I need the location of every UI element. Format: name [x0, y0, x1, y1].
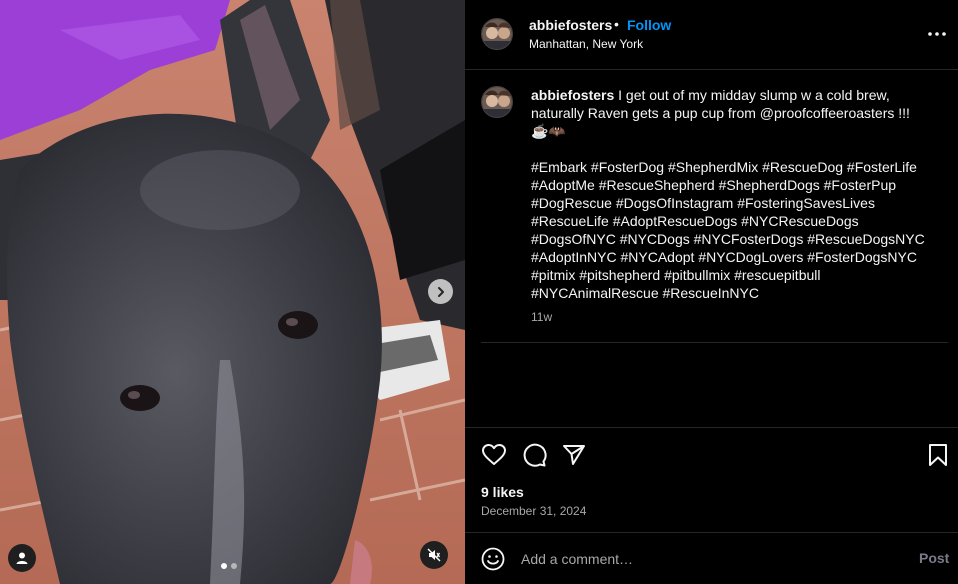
like-button[interactable]: [481, 442, 507, 468]
caption-body: I get out of my midday slump w a cold br…: [531, 87, 925, 301]
more-horizontal-icon: [928, 32, 946, 36]
share-button[interactable]: [561, 442, 587, 468]
caption-time-ago: 11w: [531, 310, 553, 324]
volume-muted-icon: [427, 548, 441, 562]
divider: [481, 342, 948, 343]
carousel-dot: [231, 563, 237, 569]
dog-photo: [0, 0, 465, 584]
likes-count[interactable]: 9 likes: [481, 484, 524, 500]
save-button[interactable]: [926, 442, 952, 468]
post-media[interactable]: [0, 0, 465, 584]
post-panel: abbiefosters • Follow Manhattan, New Yor…: [465, 0, 958, 584]
mute-button[interactable]: [420, 541, 448, 569]
post-location[interactable]: Manhattan, New York: [529, 37, 643, 51]
caption-username[interactable]: abbiefosters: [531, 87, 614, 103]
more-options-button[interactable]: [927, 26, 947, 42]
user-icon: [16, 552, 28, 564]
caption-text: abbiefosters I get out of my midday slum…: [531, 86, 926, 302]
avatar-image: [482, 19, 512, 49]
comment-button[interactable]: [521, 442, 547, 468]
post-header: abbiefosters • Follow Manhattan, New Yor…: [465, 0, 958, 70]
post-comment-button[interactable]: Post: [919, 550, 949, 566]
send-icon: [563, 445, 585, 465]
caption-avatar[interactable]: [481, 86, 513, 118]
heart-icon: [482, 444, 506, 465]
follow-button[interactable]: Follow: [627, 17, 671, 33]
post-author-username[interactable]: abbiefosters: [529, 17, 612, 33]
emoji-button[interactable]: [481, 547, 505, 571]
carousel-dot-active: [221, 563, 227, 569]
bookmark-icon: [929, 444, 947, 466]
comment-input[interactable]: [521, 548, 901, 570]
post-date: December 31, 2024: [481, 504, 587, 518]
carousel-indicator: [221, 563, 237, 569]
action-bar: 9 likes December 31, 2024: [465, 427, 958, 532]
chevron-right-icon: [437, 286, 444, 297]
comment-icon: [523, 443, 547, 467]
caption-section: abbiefosters I get out of my midday slum…: [465, 70, 958, 427]
avatar[interactable]: [481, 18, 513, 50]
tagged-users-button[interactable]: [8, 544, 36, 572]
smiley-icon: [481, 547, 505, 571]
separator-dot: •: [614, 16, 619, 32]
carousel-next-button[interactable]: [428, 279, 453, 304]
avatar-image: [482, 87, 512, 117]
comment-composer: Post: [465, 532, 958, 584]
